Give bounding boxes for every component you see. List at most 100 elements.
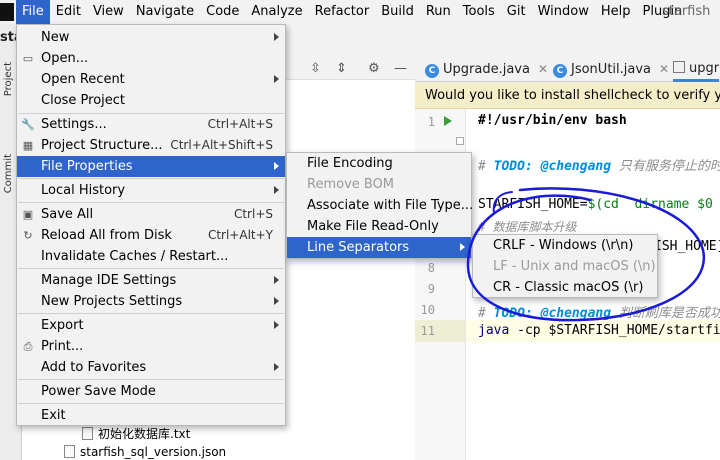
menu-item-cr[interactable]: CR - Classic macOS (\r) [473, 277, 657, 298]
menu-edit[interactable]: Edit [50, 0, 87, 24]
line-number: 10 [420, 303, 435, 317]
submenu-arrow-icon [274, 321, 279, 329]
menu-item-local-history[interactable]: Local History [17, 180, 285, 201]
main-menus: File Edit View Navigate Code Analyze Ref… [16, 0, 688, 24]
menu-item-invalidate-caches[interactable]: Invalidate Caches / Restart... [17, 246, 285, 267]
menu-item-remove-bom[interactable]: Remove BOM [287, 174, 471, 195]
shellcheck-banner: Would you like to install shellcheck to … [415, 83, 720, 109]
menu-file[interactable]: File [16, 0, 50, 24]
tool-tab-project[interactable]: Project [3, 62, 17, 96]
menu-item-exit[interactable]: Exit [17, 405, 285, 426]
code-line: STARFISH_HOME=$(cd `dirname $0 [478, 197, 713, 212]
menu-item-crlf[interactable]: CRLF - Windows (\r\n) [473, 235, 657, 256]
menu-separator [18, 268, 284, 269]
editor-tab-bar: C Upgrade.java ✕ C JsonUtil.java ✕ upgr [415, 56, 720, 82]
menu-item-new[interactable]: New [17, 27, 285, 48]
menu-item-power-save-mode[interactable]: Power Save Mode [17, 381, 285, 402]
save-icon: ▣ [22, 208, 34, 221]
close-icon[interactable]: ✕ [659, 62, 669, 76]
text-file-icon [82, 427, 93, 440]
menu-refactor[interactable]: Refactor [309, 0, 376, 24]
java-class-icon: C [425, 64, 439, 78]
menu-item-associate-file-type[interactable]: Associate with File Type... [287, 195, 473, 216]
code-line: # TODO: @chengang 只有服务停止的时 [478, 159, 720, 174]
submenu-arrow-icon [274, 276, 279, 284]
menu-tools[interactable]: Tools [457, 0, 501, 24]
tool-tab-commit[interactable]: Commit [3, 154, 17, 193]
project-name: starfish [662, 4, 711, 19]
line-separators-submenu: CRLF - Windows (\r\n) LF - Unix and macO… [472, 234, 658, 298]
menu-window[interactable]: Window [532, 0, 595, 24]
minimize-icon[interactable]: — [394, 61, 407, 76]
menu-run[interactable]: Run [420, 0, 457, 24]
menu-separator [18, 403, 284, 404]
shell-file-icon [673, 61, 685, 73]
json-file-icon [64, 445, 75, 458]
menu-build[interactable]: Build [375, 0, 420, 24]
menu-separator [18, 202, 284, 203]
menu-item-add-to-favorites[interactable]: Add to Favorites [17, 357, 285, 378]
intellij-logo-icon [0, 3, 14, 21]
code-line: # TODO: @chengang 判断刷库是否成功 [478, 306, 720, 321]
tree-item[interactable]: starfish_sql_version.json [64, 445, 226, 459]
line-number: 11 [420, 324, 435, 338]
submenu-arrow-icon [274, 75, 279, 83]
run-icon[interactable] [444, 116, 452, 126]
menu-code[interactable]: Code [200, 0, 245, 24]
menu-item-settings[interactable]: 🔧 Settings... Ctrl+Alt+S [17, 114, 285, 135]
submenu-arrow-icon [274, 297, 279, 305]
menu-item-open-recent[interactable]: Open Recent [17, 69, 285, 90]
line-number: 9 [427, 282, 435, 296]
expand-all-icon[interactable]: ⇳ [310, 61, 321, 76]
menu-item-export[interactable]: Export [17, 315, 285, 336]
submenu-arrow-icon [460, 243, 465, 251]
submenu-arrow-icon [274, 186, 279, 194]
code-line: java -cp $STARFISH_HOME/startfi [478, 323, 720, 338]
menu-item-line-separators[interactable]: Line Separators [287, 237, 471, 258]
menu-item-file-encoding[interactable]: File Encoding [287, 153, 471, 174]
menu-separator [18, 178, 284, 179]
reload-icon: ↻ [23, 229, 33, 242]
code-line: # 数据库脚本升级 [478, 220, 577, 234]
printer-icon: ⎙ [23, 340, 33, 353]
file-properties-submenu: File Encoding Remove BOM Associate with … [286, 152, 473, 259]
menu-git[interactable]: Git [501, 0, 532, 24]
menu-help[interactable]: Help [595, 0, 637, 24]
menu-item-close-project[interactable]: Close Project [17, 90, 285, 111]
tab-upgrade-java[interactable]: C Upgrade.java ✕ [425, 56, 548, 82]
gear-icon[interactable]: ⚙ [368, 61, 380, 76]
menu-item-new-projects-settings[interactable]: New Projects Settings [17, 291, 285, 312]
menu-view[interactable]: View [87, 0, 130, 24]
collapse-all-icon[interactable]: ⇕ [336, 61, 347, 76]
submenu-arrow-icon [274, 363, 279, 371]
menu-item-project-structure[interactable]: ▦ Project Structure... Ctrl+Alt+Shift+S [17, 135, 285, 156]
menu-item-lf[interactable]: LF - Unix and macOS (\n) [473, 256, 657, 277]
menu-item-print[interactable]: ⎙ Print... [17, 336, 285, 357]
menu-separator [18, 379, 284, 380]
line-number: 8 [427, 261, 435, 275]
menu-item-open[interactable]: ▭ Open... [17, 48, 285, 69]
tab-upgrade-sh[interactable]: upgr [673, 56, 720, 82]
menu-separator [18, 313, 284, 314]
menu-analyze[interactable]: Analyze [245, 0, 308, 24]
menu-item-manage-ide-settings[interactable]: Manage IDE Settings [17, 270, 285, 291]
menu-item-save-all[interactable]: ▣ Save All Ctrl+S [17, 204, 285, 225]
submenu-arrow-icon [274, 162, 279, 170]
wrench-icon: 🔧 [21, 118, 35, 131]
submenu-arrow-icon [274, 33, 279, 41]
line-number: 1 [427, 115, 435, 129]
menu-item-file-properties[interactable]: File Properties [17, 156, 285, 177]
menu-bar: File Edit View Navigate Code Analyze Ref… [0, 0, 720, 24]
fold-icon[interactable] [456, 137, 464, 145]
java-class-icon: C [553, 64, 567, 78]
code-line: ISH_HOME] [654, 239, 720, 254]
tab-jsonutil-java[interactable]: C JsonUtil.java ✕ [553, 56, 669, 82]
menu-navigate[interactable]: Navigate [130, 0, 200, 24]
code-line: #!/usr/bin/env bash [478, 113, 627, 128]
menu-item-reload[interactable]: ↻ Reload All from Disk Ctrl+Alt+Y [17, 225, 285, 246]
menu-item-make-read-only[interactable]: Make File Read-Only [287, 216, 471, 237]
project-structure-icon: ▦ [22, 139, 34, 152]
close-icon[interactable]: ✕ [538, 62, 548, 76]
tree-item[interactable]: 初始化数据库.txt [82, 425, 190, 442]
file-menu: New ▭ Open... Open Recent Close Project 🔧… [16, 24, 286, 426]
